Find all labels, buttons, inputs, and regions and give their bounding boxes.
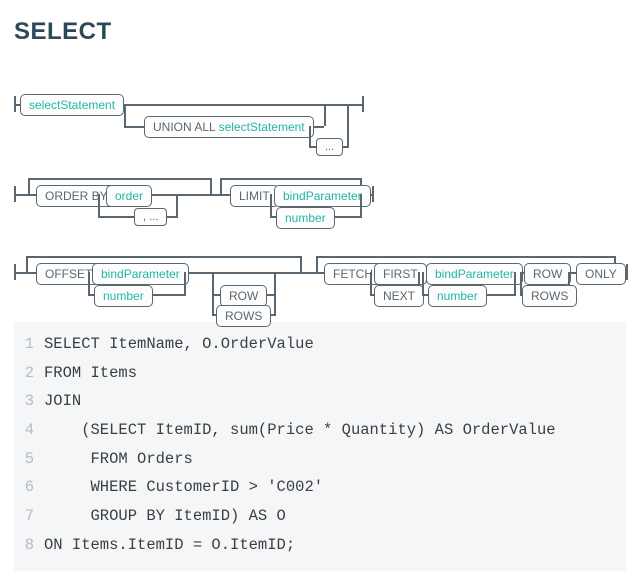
syntax-diagram: selectStatement UNION ALL selectStatemen… [14, 54, 626, 314]
code-text: GROUP BY ItemID) AS O [44, 502, 286, 531]
loop-dots: ... [316, 138, 343, 156]
loop-dots-order: , ... [134, 208, 167, 226]
code-text: FROM Items [44, 359, 137, 388]
code-line: 7 GROUP BY ItemID) AS O [14, 502, 626, 531]
code-line: 1SELECT ItemName, O.OrderValue [14, 330, 626, 359]
line-number: 5 [14, 445, 44, 474]
code-text: ON Items.ItemID = O.ItemID; [44, 531, 295, 560]
nt-bindParameter-2: bindParameter [92, 263, 189, 285]
line-number: 2 [14, 359, 44, 388]
kw-rows-2: ROWS [522, 285, 577, 307]
code-line: 5 FROM Orders [14, 445, 626, 474]
nt-order: order [106, 185, 152, 207]
nt-number-2: number [94, 285, 153, 307]
kw-row: ROW [220, 285, 267, 307]
nt-number-3: number [428, 285, 487, 307]
code-line: 4 (SELECT ItemID, sum(Price * Quantity) … [14, 416, 626, 445]
code-text: FROM Orders [44, 445, 193, 474]
code-line: 8ON Items.ItemID = O.ItemID; [14, 531, 626, 560]
code-line: 6 WHERE CustomerID > 'C002' [14, 473, 626, 502]
kw-rows: ROWS [216, 305, 271, 327]
line-number: 8 [14, 531, 44, 560]
nt-bindParameter-3: bindParameter [426, 263, 523, 285]
code-text: SELECT ItemName, O.OrderValue [44, 330, 314, 359]
code-text: (SELECT ItemID, sum(Price * Quantity) AS… [44, 416, 556, 445]
code-text: JOIN [44, 387, 81, 416]
line-number: 4 [14, 416, 44, 445]
kw-order-by: ORDER BY [36, 185, 117, 207]
line-number: 3 [14, 387, 44, 416]
kw-only: ONLY [576, 263, 626, 285]
line-number: 7 [14, 502, 44, 531]
code-block: 1SELECT ItemName, O.OrderValue 2FROM Ite… [14, 322, 626, 571]
kw-row-2: ROW [524, 263, 571, 285]
code-line: 3JOIN [14, 387, 626, 416]
nt-number: number [276, 207, 335, 229]
line-number: 1 [14, 330, 44, 359]
nt-bindParameter: bindParameter [274, 185, 371, 207]
code-line: 2FROM Items [14, 359, 626, 388]
kw-union-all: UNION ALL selectStatement [144, 116, 314, 138]
kw-next: NEXT [374, 285, 424, 307]
nt-selectStatement: selectStatement [20, 94, 124, 116]
page-title: SELECT [14, 18, 626, 46]
line-number: 6 [14, 473, 44, 502]
code-text: WHERE CustomerID > 'C002' [44, 473, 323, 502]
